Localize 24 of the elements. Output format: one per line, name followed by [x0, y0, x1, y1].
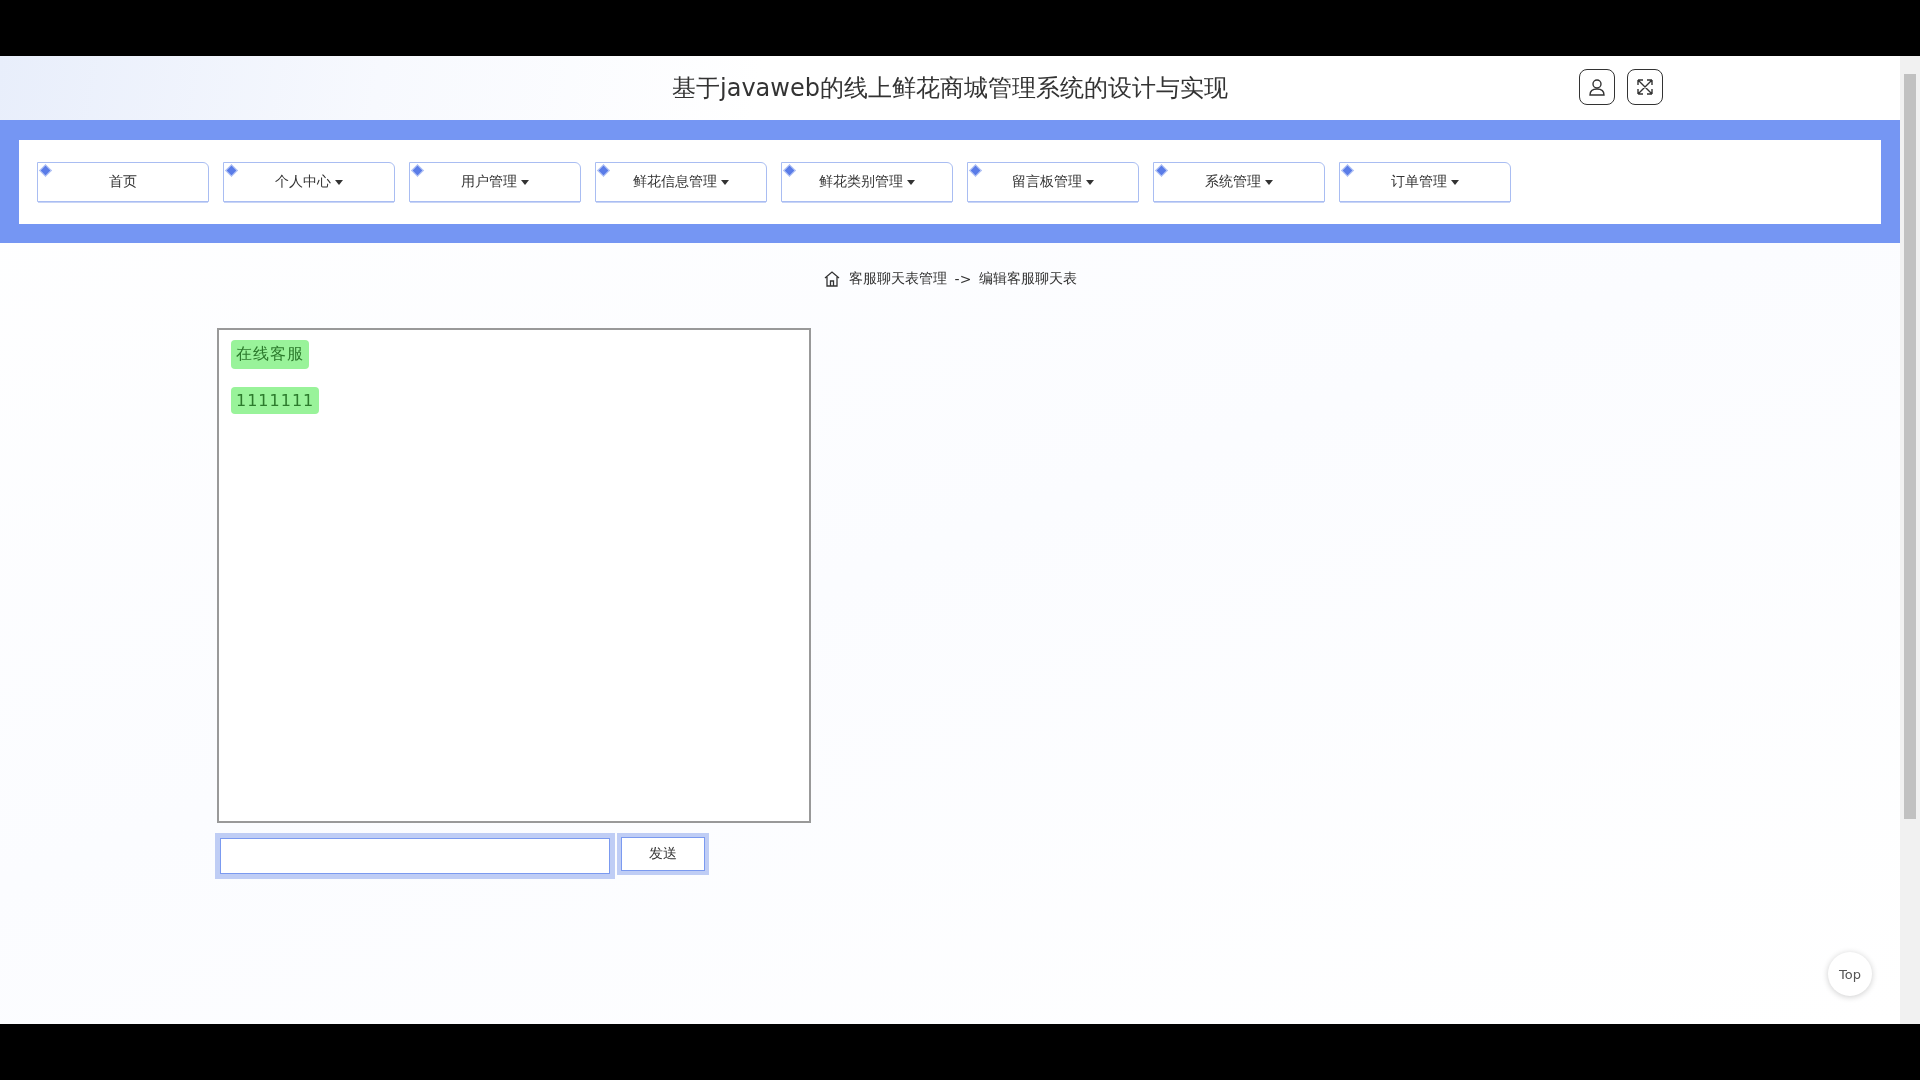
- nav-menu-item[interactable]: 订单管理: [1339, 162, 1511, 202]
- chat-message: 1111111: [231, 387, 320, 414]
- fullscreen-button[interactable]: [1627, 69, 1663, 105]
- chat-message: 在线客服: [231, 340, 309, 369]
- nav-menu-item[interactable]: 系统管理: [1153, 162, 1325, 202]
- breadcrumb-link[interactable]: 客服聊天表管理: [848, 270, 947, 288]
- nav-menu-item[interactable]: 用户管理: [409, 162, 581, 202]
- scrollbar-thumb[interactable]: [1904, 74, 1916, 819]
- expand-icon: [1635, 77, 1655, 97]
- nav-menu-item[interactable]: 留言板管理: [967, 162, 1139, 202]
- nav-menu-item[interactable]: 个人中心: [223, 162, 395, 202]
- breadcrumb-current: 编辑客服聊天表: [979, 270, 1078, 288]
- nav-menu-item[interactable]: 鲜花类别管理: [781, 162, 953, 202]
- message-input[interactable]: [215, 833, 615, 879]
- scrollbar[interactable]: [1900, 56, 1920, 1024]
- home-icon[interactable]: [822, 270, 841, 288]
- user-button[interactable]: [1579, 69, 1615, 105]
- back-to-top-button[interactable]: Top: [1828, 952, 1872, 996]
- breadcrumb-separator: ->: [954, 271, 972, 287]
- send-button[interactable]: 发送: [617, 833, 709, 875]
- nav-menu-item[interactable]: 鲜花信息管理: [595, 162, 767, 202]
- nav-menu-item[interactable]: 首页: [37, 162, 209, 202]
- user-icon: [1587, 77, 1607, 97]
- site-title: 基于javaweb的线上鲜花商城管理系统的设计与实现: [672, 73, 1228, 104]
